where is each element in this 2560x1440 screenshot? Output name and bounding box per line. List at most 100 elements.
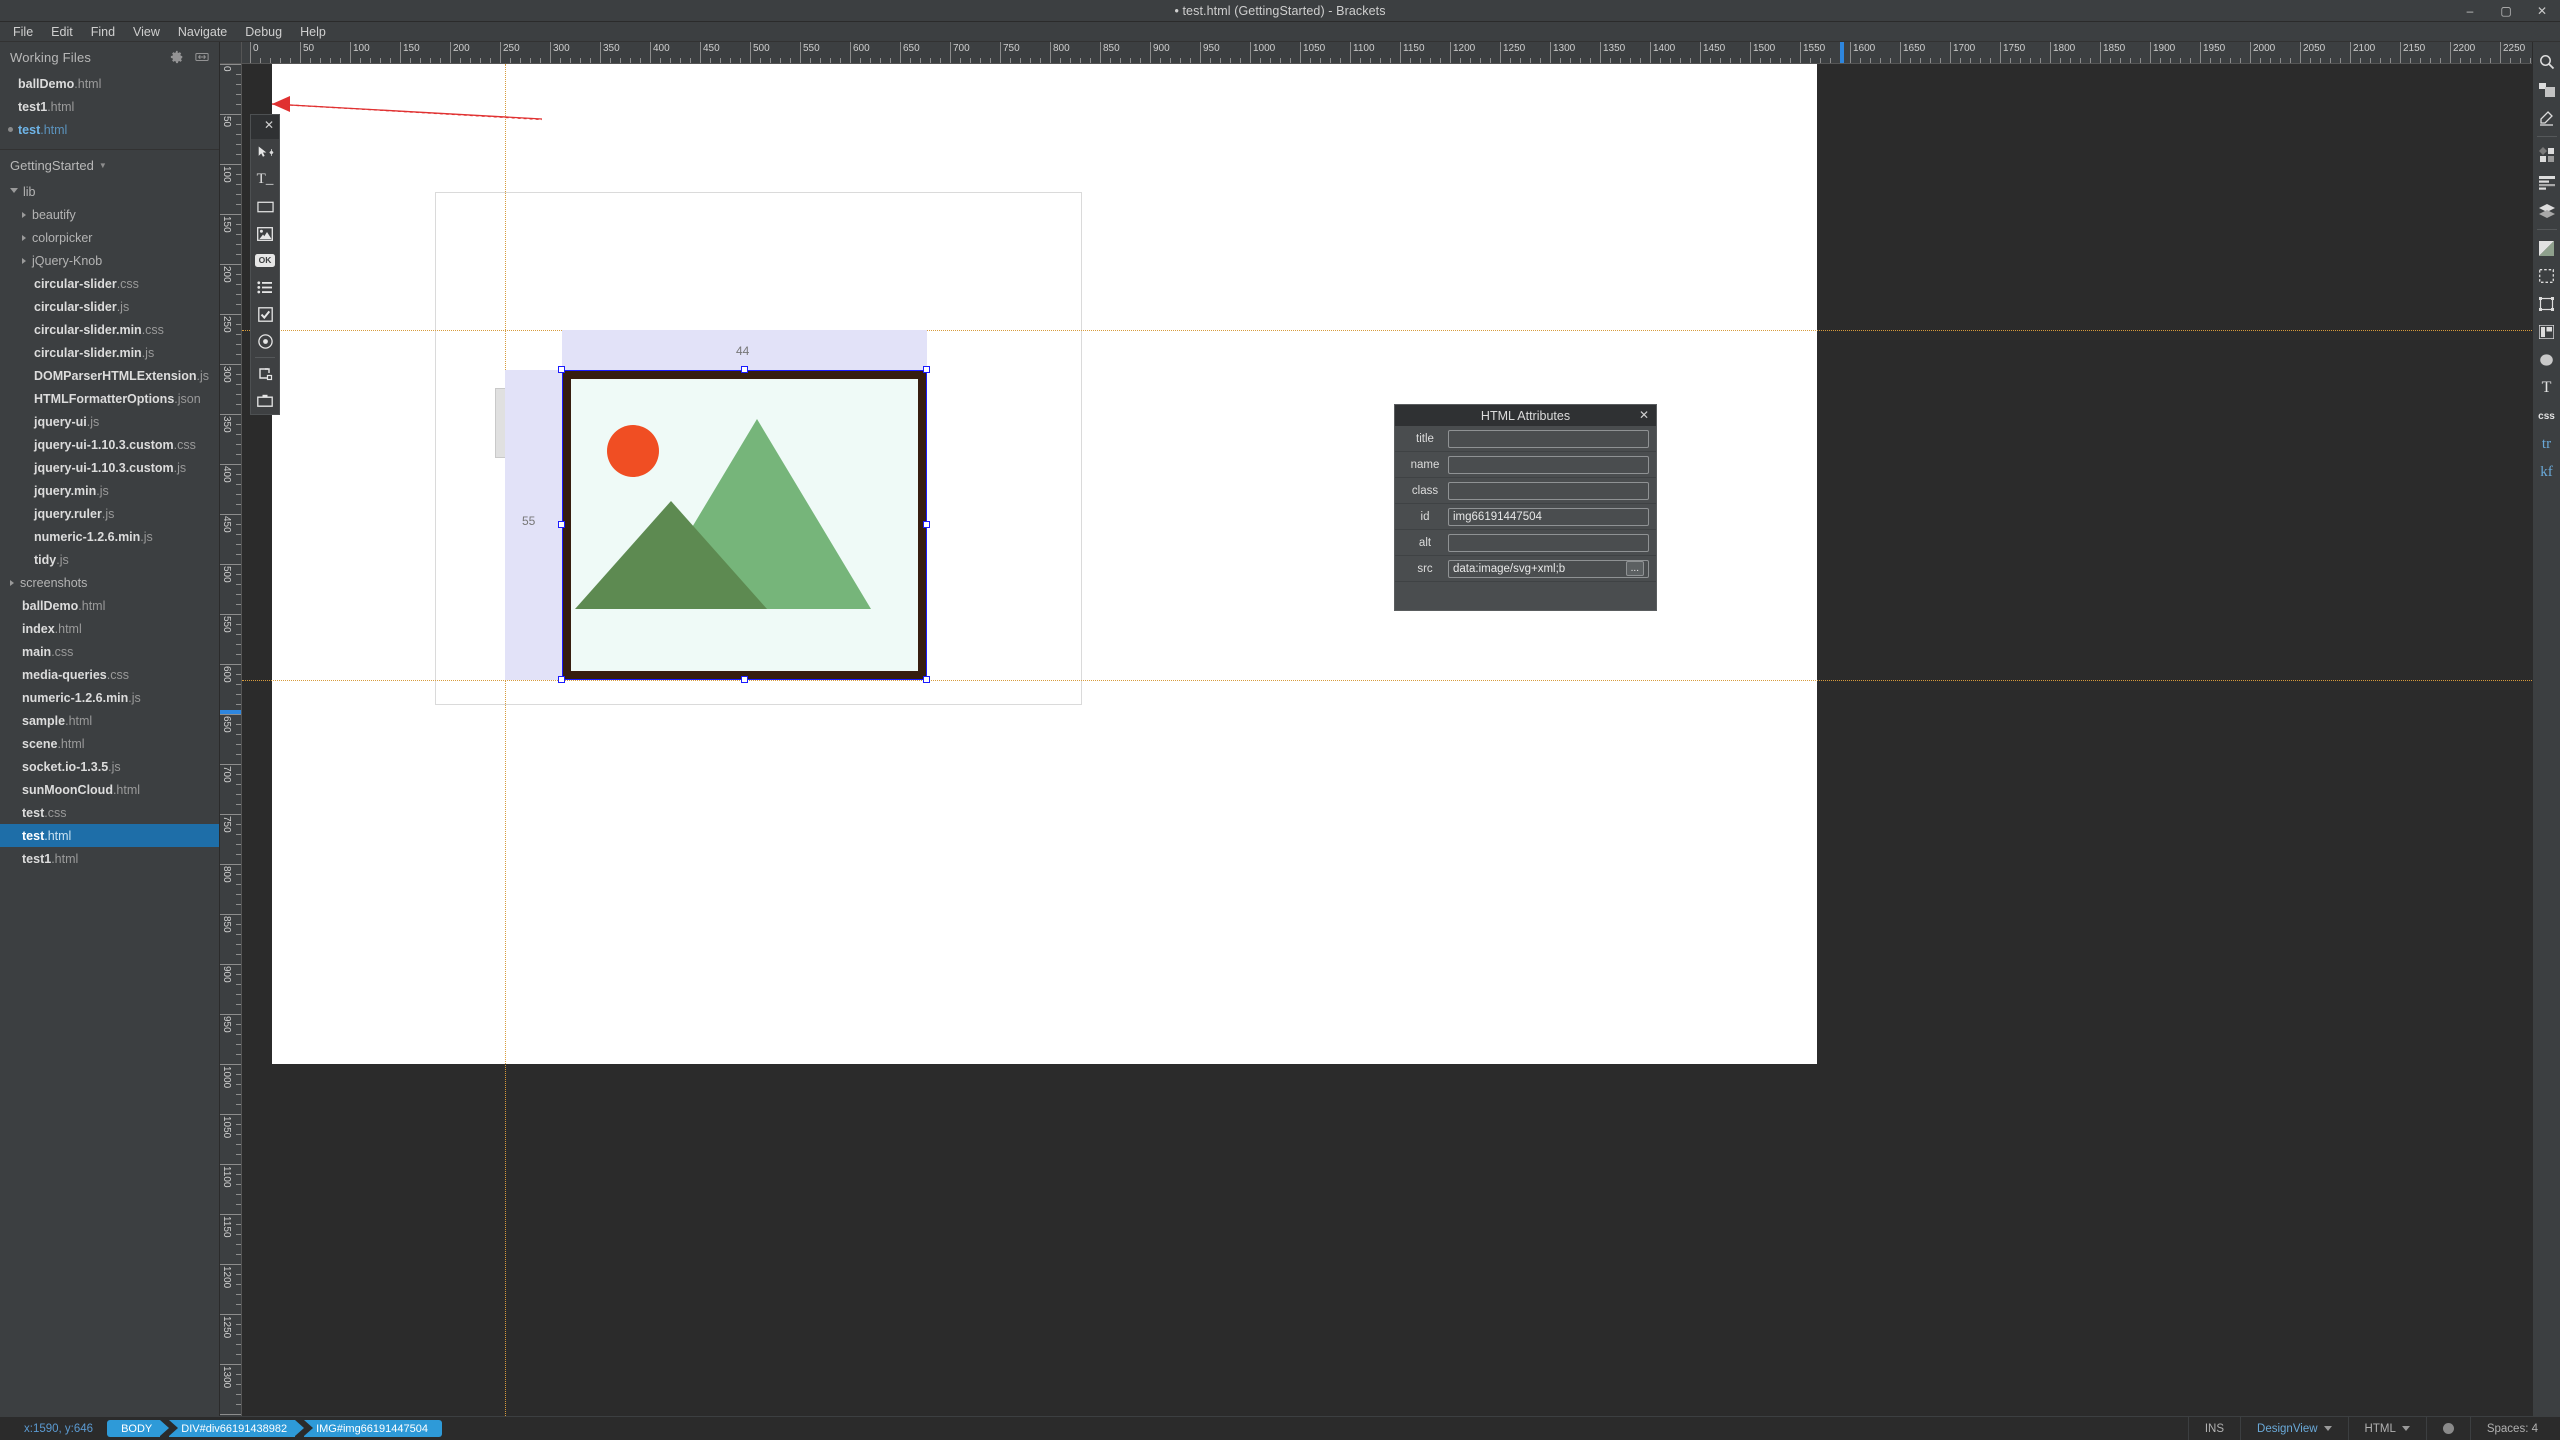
insert-mode-indicator[interactable]: INS <box>2187 1416 2240 1440</box>
tree-file-test-html[interactable]: test .html <box>0 824 219 847</box>
resize-handle-nw[interactable] <box>558 366 565 373</box>
resize-handle-e[interactable] <box>923 521 930 528</box>
tool-list[interactable] <box>251 274 279 301</box>
ruler-v-marker[interactable] <box>220 710 241 714</box>
guide-horizontal-bottom[interactable] <box>242 680 2532 681</box>
attribute-input-id[interactable]: img66191447504 <box>1448 507 1649 526</box>
vertical-ruler[interactable]: 0 50 100 150 200 250 300 350 400 450 500 550 600 650 7… <box>220 64 242 1416</box>
lint-status-indicator[interactable] <box>2425 1416 2470 1440</box>
tree-file-index-html[interactable]: index .html <box>0 617 219 640</box>
tool-radio[interactable] <box>251 328 279 355</box>
tool-palette[interactable]: ✕ T_ OK <box>250 114 280 415</box>
tool-transform[interactable] <box>2534 290 2560 318</box>
tree-file-sample-html[interactable]: sample .html <box>0 709 219 732</box>
resize-handle-n[interactable] <box>741 366 748 373</box>
breadcrumb-item[interactable]: BODY <box>107 1420 170 1437</box>
tree-file-domparserhtmlextension-js[interactable]: DOMParserHTMLExtension .js <box>0 364 219 387</box>
language-selector[interactable]: HTML <box>2347 1416 2426 1440</box>
tree-file-numeric-1-2-6-min-js[interactable]: numeric-1.2.6.min .js <box>0 525 219 548</box>
split-view-icon[interactable] <box>195 50 209 64</box>
palette-header[interactable]: ✕ <box>251 115 279 139</box>
attribute-input-alt[interactable] <box>1448 533 1649 552</box>
tool-text[interactable]: T_ <box>251 166 279 193</box>
breadcrumb-item[interactable]: DIV#div66191438982 <box>169 1420 304 1437</box>
tool-columns[interactable] <box>2534 318 2560 346</box>
tree-folder-jquery-knob[interactable]: jQuery-Knob <box>0 249 219 272</box>
tree-file-main-css[interactable]: main .css <box>0 640 219 663</box>
tool-search[interactable] <box>2534 48 2560 76</box>
tool-pen[interactable] <box>2534 104 2560 132</box>
tool-marquee[interactable] <box>2534 262 2560 290</box>
menu-debug[interactable]: Debug <box>236 23 291 41</box>
tree-file-media-queries-css[interactable]: media-queries .css <box>0 663 219 686</box>
tool-keyframes[interactable]: kf <box>2534 458 2560 486</box>
tool-image[interactable] <box>251 220 279 247</box>
resize-handle-w[interactable] <box>558 521 565 528</box>
menu-file[interactable]: File <box>4 23 42 41</box>
resize-handle-ne[interactable] <box>923 366 930 373</box>
tool-css[interactable]: css <box>2534 402 2560 430</box>
attribute-input-name[interactable] <box>1448 455 1649 474</box>
tool-swatches[interactable] <box>2534 141 2560 169</box>
close-button[interactable]: ✕ <box>2524 0 2560 22</box>
working-file-test1[interactable]: test1 .html <box>0 95 219 118</box>
guide-vertical[interactable] <box>505 64 506 1416</box>
attribute-browse-button[interactable]: ... <box>1625 561 1644 576</box>
tree-file-circular-slider-js[interactable]: circular-slider .js <box>0 295 219 318</box>
tree-file-test-css[interactable]: test .css <box>0 801 219 824</box>
attribute-input-src[interactable]: data:image/svg+xml;b... <box>1448 559 1649 578</box>
tree-file-test1-html[interactable]: test1 .html <box>0 847 219 870</box>
menu-find[interactable]: Find <box>82 23 124 41</box>
dialog-title-bar[interactable]: HTML Attributes ✕ <box>1395 405 1656 426</box>
tool-rectangle[interactable] <box>251 193 279 220</box>
menu-edit[interactable]: Edit <box>42 23 82 41</box>
project-header[interactable]: GettingStarted ▼ <box>0 150 219 180</box>
attribute-input-class[interactable] <box>1448 481 1649 500</box>
resize-handle-se[interactable] <box>923 676 930 683</box>
tree-file-numeric-1-2-6-min-js[interactable]: numeric-1.2.6.min .js <box>0 686 219 709</box>
horizontal-ruler[interactable]: 0 50 100 150 200 250 300 350 400 450 500 550 600 650 7… <box>220 42 2532 64</box>
resize-handle-s[interactable] <box>741 676 748 683</box>
tool-transition[interactable]: tr <box>2534 430 2560 458</box>
tree-folder-beautify[interactable]: beautify <box>0 203 219 226</box>
tree-file-jquery-ui-js[interactable]: jquery-ui .js <box>0 410 219 433</box>
tree-file-sunmooncloud-html[interactable]: sunMoonCloud .html <box>0 778 219 801</box>
indent-setting[interactable]: Spaces: 4 <box>2469 1416 2554 1440</box>
tool-properties[interactable] <box>2534 169 2560 197</box>
html-attributes-dialog[interactable]: HTML Attributes ✕ title name class id img661… <box>1394 404 1657 611</box>
tree-folder-colorpicker[interactable]: colorpicker <box>0 226 219 249</box>
attribute-input-title[interactable] <box>1448 429 1649 448</box>
ruler-h-marker[interactable] <box>1840 42 1844 63</box>
menu-view[interactable]: View <box>124 23 169 41</box>
tree-file-jquery-min-js[interactable]: jquery.min .js <box>0 479 219 502</box>
tree-file-balldemo-html[interactable]: ballDemo .html <box>0 594 219 617</box>
tree-file-circular-slider-min-js[interactable]: circular-slider.min .js <box>0 341 219 364</box>
tree-file-scene-html[interactable]: scene .html <box>0 732 219 755</box>
tree-file-socket-io-1-3-5-js[interactable]: socket.io-1.3.5 .js <box>0 755 219 778</box>
dialog-close-icon[interactable]: ✕ <box>1639 408 1649 422</box>
tree-folder-lib[interactable]: lib <box>0 180 219 203</box>
palette-close-icon[interactable]: ✕ <box>264 119 274 131</box>
tree-file-circular-slider-css[interactable]: circular-slider .css <box>0 272 219 295</box>
design-canvas[interactable]: 44 55 HTML Attributes ✕ title name class… <box>242 64 2532 1416</box>
tree-file-jquery-ruler-js[interactable]: jquery.ruler .js <box>0 502 219 525</box>
resize-handle-sw[interactable] <box>558 676 565 683</box>
breadcrumb-item[interactable]: IMG#img66191447504 <box>304 1420 442 1437</box>
tool-layers[interactable] <box>2534 197 2560 225</box>
menu-help[interactable]: Help <box>291 23 335 41</box>
working-file-balldemo[interactable]: ballDemo .html <box>0 72 219 95</box>
menu-navigate[interactable]: Navigate <box>169 23 236 41</box>
tree-folder-screenshots[interactable]: screenshots <box>0 571 219 594</box>
working-file-test[interactable]: test .html <box>0 118 219 141</box>
tool-gradient[interactable] <box>2534 234 2560 262</box>
minimize-button[interactable]: – <box>2452 0 2488 22</box>
tool-text[interactable]: T <box>2534 374 2560 402</box>
tool-checkbox[interactable] <box>251 301 279 328</box>
tool-shapes[interactable] <box>2534 76 2560 104</box>
tree-file-circular-slider-min-css[interactable]: circular-slider.min .css <box>0 318 219 341</box>
tree-file-jquery-ui-1-10-3-custom-js[interactable]: jquery-ui-1.10.3.custom .js <box>0 456 219 479</box>
tree-file-tidy-js[interactable]: tidy .js <box>0 548 219 571</box>
tool-link[interactable] <box>251 360 279 387</box>
tool-button[interactable]: OK <box>251 247 279 274</box>
tool-container[interactable] <box>251 387 279 414</box>
